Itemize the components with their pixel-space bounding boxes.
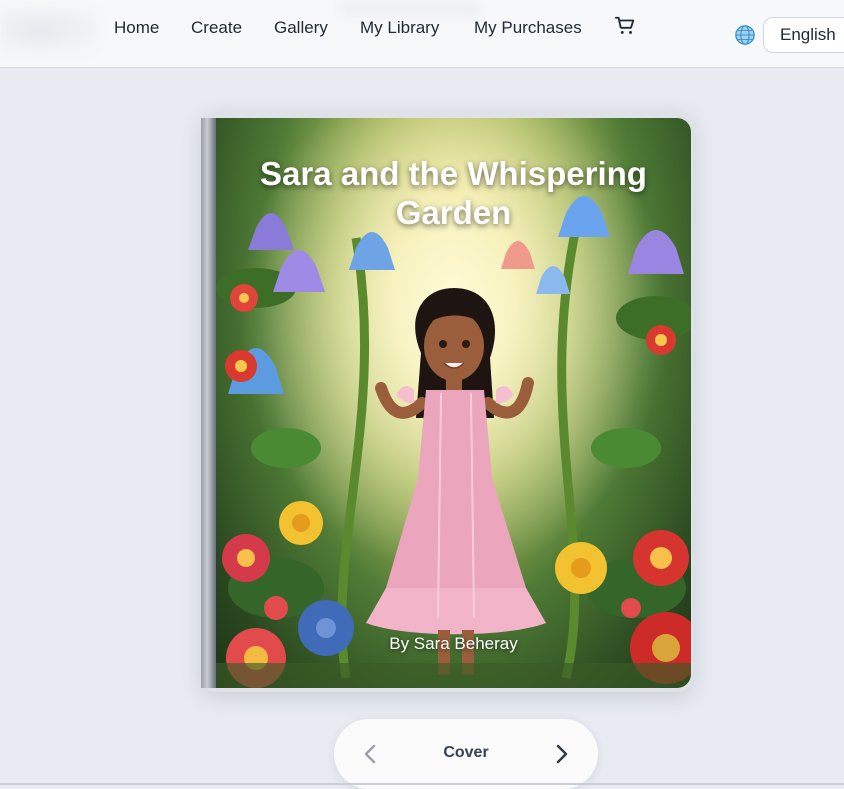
language-select[interactable]: English xyxy=(763,17,844,53)
book-author: By Sara Beheray xyxy=(389,634,518,653)
globe-icon[interactable] xyxy=(734,24,756,46)
book-title: Sara and the Whispering Garden xyxy=(260,155,647,231)
cart-icon[interactable] xyxy=(614,15,636,37)
logo[interactable] xyxy=(0,6,100,54)
chevron-right-icon[interactable] xyxy=(552,743,572,765)
chevron-left-icon[interactable] xyxy=(360,743,380,765)
top-navigation-bar: Home Create Gallery My Library My Purcha… xyxy=(0,0,844,68)
nav-my-purchases[interactable]: My Purchases xyxy=(474,17,582,39)
nav-home[interactable]: Home xyxy=(114,17,159,39)
nav-gallery[interactable]: Gallery xyxy=(274,17,328,39)
book-cover[interactable]: Sara and the Whispering Garden By Sara B… xyxy=(216,118,691,688)
blurred-header-detail xyxy=(340,2,480,16)
book-spine xyxy=(201,118,217,688)
page-label: Cover xyxy=(443,744,489,761)
page-navigator: Cover xyxy=(334,719,598,789)
nav-create[interactable]: Create xyxy=(191,17,242,39)
nav-my-library[interactable]: My Library xyxy=(360,17,439,39)
